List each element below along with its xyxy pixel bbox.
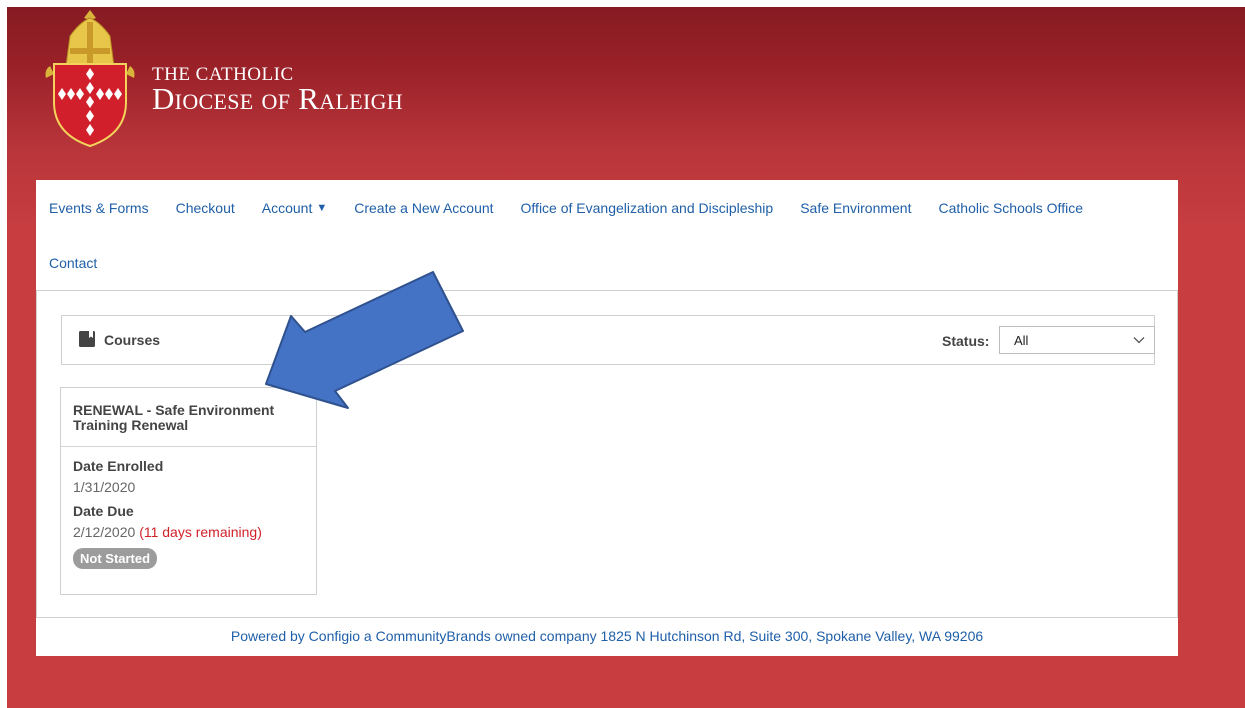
nav-evangelization[interactable]: Office of Evangelization and Discipleshi… bbox=[521, 200, 774, 216]
status-filter-label: Status: bbox=[942, 333, 990, 349]
status-filter-select[interactable]: All bbox=[999, 326, 1155, 354]
date-due-label: Date Due bbox=[73, 503, 134, 519]
crest-icon bbox=[45, 10, 135, 148]
nav-safe-environment[interactable]: Safe Environment bbox=[800, 200, 911, 216]
nav-row-2: Contact bbox=[49, 255, 124, 271]
content-panel: Courses Status: All RENEWAL - Safe Envir… bbox=[36, 290, 1178, 618]
courses-title: Courses bbox=[104, 332, 161, 348]
nav-checkout[interactable]: Checkout bbox=[176, 200, 235, 216]
annotation-arrow-icon bbox=[265, 271, 464, 409]
date-due-value: 2/12/2020 bbox=[73, 524, 136, 540]
nav-row-1: Events & Forms Checkout Account ▼ Create… bbox=[49, 200, 1110, 216]
brand-line-2[interactable]: Diocese of Raleigh bbox=[152, 81, 403, 117]
nav-create-account[interactable]: Create a New Account bbox=[354, 200, 493, 216]
courses-header: Courses Status: All bbox=[61, 315, 1155, 365]
nav-account-label: Account bbox=[261, 200, 313, 216]
nav-events-forms[interactable]: Events & Forms bbox=[49, 200, 149, 216]
course-details: Date Enrolled 1/31/2020 Date Due 2/12/20… bbox=[73, 458, 262, 569]
nav-contact[interactable]: Contact bbox=[49, 255, 97, 271]
diocese-crest-logo[interactable] bbox=[40, 8, 140, 148]
footer: Powered by Configio a CommunityBrands ow… bbox=[36, 618, 1178, 656]
caret-down-icon: ▼ bbox=[316, 202, 328, 214]
card-divider bbox=[61, 446, 316, 447]
date-due-row: 2/12/2020 (11 days remaining) bbox=[73, 524, 262, 548]
footer-text[interactable]: Powered by Configio a CommunityBrands ow… bbox=[36, 618, 1178, 644]
nav-account[interactable]: Account ▼ bbox=[262, 200, 327, 216]
status-badge: Not Started bbox=[73, 548, 158, 569]
days-remaining: (11 days remaining) bbox=[139, 524, 262, 540]
book-icon bbox=[79, 331, 95, 347]
date-enrolled-label: Date Enrolled bbox=[73, 458, 164, 474]
status-filter-value: All bbox=[1014, 333, 1029, 348]
chevron-down-icon bbox=[1133, 337, 1145, 344]
date-enrolled-value: 1/31/2020 bbox=[73, 479, 136, 495]
nav-catholic-schools[interactable]: Catholic Schools Office bbox=[939, 200, 1083, 216]
main-navigation: Events & Forms Checkout Account ▼ Create… bbox=[36, 180, 1178, 290]
